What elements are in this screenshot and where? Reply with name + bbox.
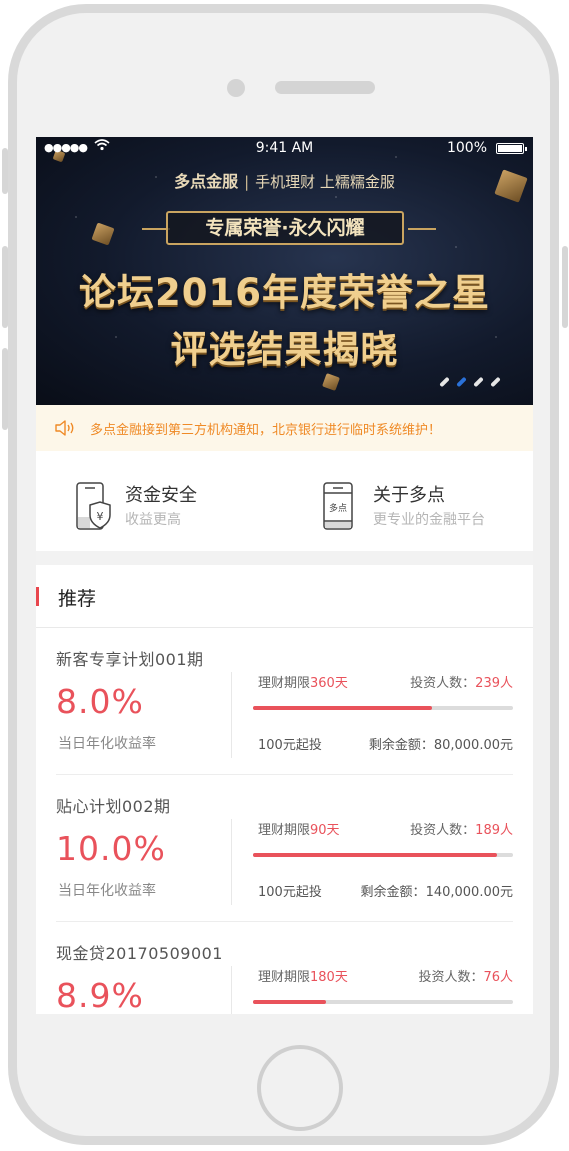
home-button[interactable] <box>257 1045 343 1131</box>
term-value: 360天 <box>310 676 348 691</box>
feature-subtitle: 更专业的金融平台 <box>373 512 485 528</box>
brand-slogan: 手机理财 上糯糯金服 <box>255 173 395 191</box>
section-accent-bar <box>36 587 39 606</box>
product-name: 现金贷20170509001 <box>56 944 223 963</box>
banner-tag: 专属荣誉·永久闪耀 <box>166 211 404 245</box>
progress-track <box>253 1000 513 1004</box>
term-label: 理财期限 <box>258 676 311 691</box>
product-card[interactable]: 贴心计划002期 10.0% 当日年化收益率 理财期限90天 投资人数：189人… <box>36 775 533 922</box>
vertical-divider <box>231 672 232 758</box>
phone-logo-icon: 多点 <box>323 482 353 530</box>
product-name: 新客专享计划001期 <box>56 650 204 669</box>
app-screen: ●●●●● 9:41 AM 100% 多点金服 | 手机理财 上糯糯金服 专属荣誉·… <box>36 137 533 1014</box>
speaker-icon <box>55 420 74 436</box>
investors-value: 189人 <box>475 823 513 838</box>
product-investors: 投资人数：189人 <box>410 819 513 838</box>
remaining-value: 80,000.00元 <box>433 738 513 753</box>
notice-bar[interactable]: 多点金融接到第三方机构通知，北京银行进行临时系统维护！ <box>36 405 533 451</box>
earpiece-speaker <box>275 81 375 94</box>
min-invest: 100元起投 <box>258 738 322 753</box>
min-invest: 100元起投 <box>258 885 322 900</box>
remaining-label: 剩余金额： <box>368 738 434 753</box>
vertical-divider <box>231 966 232 1014</box>
front-camera <box>227 79 245 97</box>
banner-subheadline: 评选结果揭晓 <box>170 328 399 371</box>
investors-value: 239人 <box>475 676 513 691</box>
brand-name: 多点金服 <box>174 172 239 191</box>
term-value: 180天 <box>310 970 348 985</box>
feature-title: 关于多点 <box>373 485 445 506</box>
progress-track <box>253 706 513 710</box>
volume-up-button <box>2 246 8 328</box>
progress-fill <box>253 706 433 710</box>
product-term: 理财期限360天 <box>258 672 348 691</box>
progress-fill <box>253 853 498 857</box>
product-name: 贴心计划002期 <box>56 797 171 816</box>
product-investors: 投资人数：239人 <box>410 672 513 691</box>
remaining-amount: 剩余金额：80,000.00元 <box>369 734 513 753</box>
mute-switch <box>2 148 8 194</box>
brand-separator: | <box>244 173 250 191</box>
product-rate-label: 当日年化收益率 <box>58 736 156 752</box>
feature-title: 资金安全 <box>125 485 197 506</box>
svg-text:¥: ¥ <box>97 510 104 523</box>
notice-text: 多点金融接到第三方机构通知，北京银行进行临时系统维护！ <box>90 422 442 438</box>
product-rate: 8.9% <box>56 976 144 1014</box>
product-investors: 投资人数：76人 <box>418 966 513 985</box>
product-rate: 8.0% <box>56 682 144 721</box>
recommend-header: 推荐 <box>36 565 533 628</box>
remaining-label: 剩余金额： <box>360 885 426 900</box>
promo-banner[interactable]: ●●●●● 9:41 AM 100% 多点金服 | 手机理财 上糯糯金服 专属荣誉·… <box>36 137 533 405</box>
battery-percent: 100% <box>446 140 487 156</box>
power-button <box>562 246 568 328</box>
term-label: 理财期限 <box>258 970 311 985</box>
remaining-amount: 剩余金额：140,000.00元 <box>361 881 513 900</box>
investors-label: 投资人数： <box>410 676 476 691</box>
feature-row: ¥ 资金安全 收益更高 多点 关于多点 更专业的金融平台 <box>36 451 533 551</box>
remaining-value: 140,000.00元 <box>425 885 513 900</box>
svg-text:多点: 多点 <box>329 502 347 514</box>
product-term: 理财期限90天 <box>258 819 340 838</box>
term-label: 理财期限 <box>258 823 311 838</box>
term-value: 90天 <box>310 823 340 838</box>
status-bar: ●●●●● 9:41 AM 100% <box>36 137 533 161</box>
phone-shield-icon: ¥ <box>76 482 111 530</box>
product-term: 理财期限180天 <box>258 966 348 985</box>
product-list: 新客专享计划001期 8.0% 当日年化收益率 理财期限360天 投资人数：23… <box>36 628 533 1014</box>
progress-fill <box>253 1000 326 1004</box>
product-rate: 10.0% <box>56 829 166 868</box>
progress-track <box>253 853 513 857</box>
investors-label: 投资人数： <box>418 970 484 985</box>
tag-ornament-right <box>408 228 436 230</box>
battery-icon <box>496 143 527 154</box>
product-card[interactable]: 新客专享计划001期 8.0% 当日年化收益率 理财期限360天 投资人数：23… <box>36 628 533 775</box>
volume-down-button <box>2 348 8 430</box>
banner-headline: 论坛2016年度荣誉之星 <box>79 271 490 314</box>
feature-subtitle: 收益更高 <box>125 512 181 528</box>
product-card[interactable]: 现金贷20170509001 8.9% 理财期限180天 投资人数：76人 <box>36 922 533 1014</box>
section-title: 推荐 <box>58 588 97 610</box>
investors-value: 76人 <box>483 970 513 985</box>
vertical-divider <box>231 819 232 905</box>
banner-brand-line: 多点金服 | 手机理财 上糯糯金服 <box>36 168 533 192</box>
investors-label: 投资人数： <box>410 823 476 838</box>
product-rate-label: 当日年化收益率 <box>58 883 156 899</box>
carousel-indicator[interactable] <box>439 376 501 388</box>
